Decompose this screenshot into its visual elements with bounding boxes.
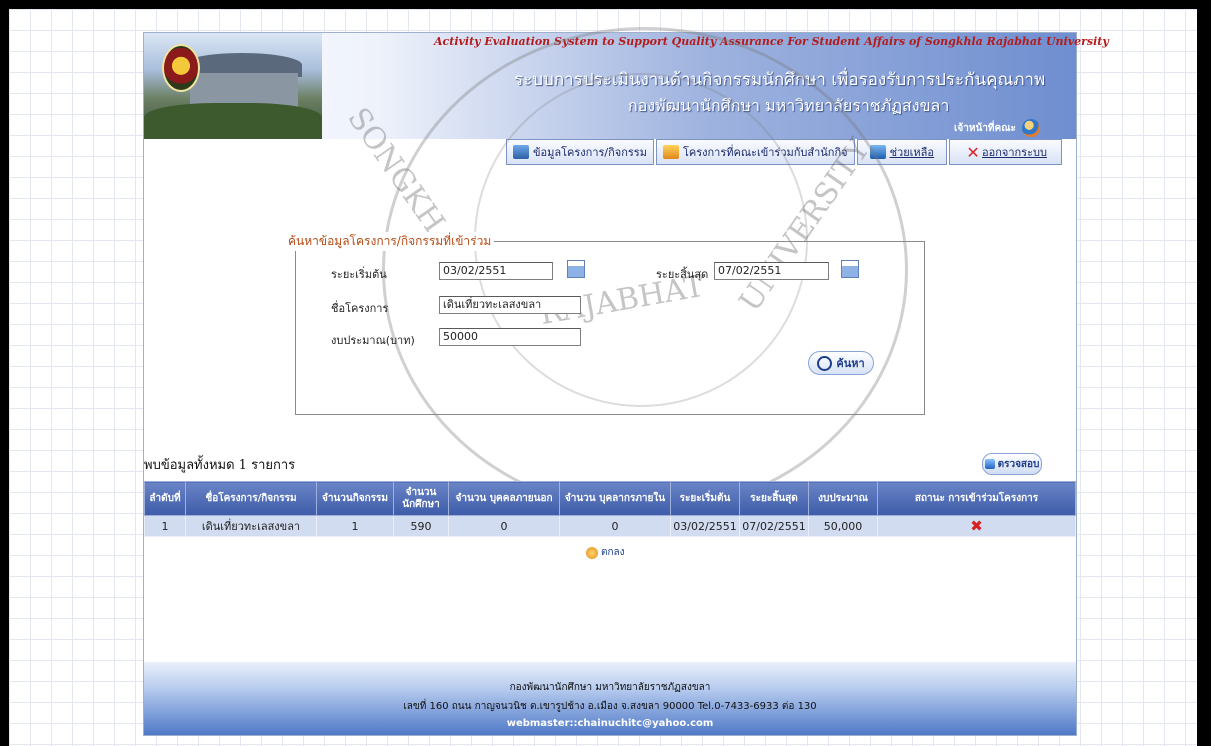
users-icon	[1022, 119, 1041, 137]
start-date-label: ระยะเริ่มต้น	[331, 268, 387, 281]
footer-address: เลขที่ 160 ถนน กาญจนวนิช ต.เขารูปช้าง อ.…	[403, 701, 817, 712]
col-header: ชื่อโครงการ/กิจกรรม	[185, 481, 317, 516]
col-header: ลำดับที่	[144, 481, 186, 516]
end-date-label: ระยะสิ้นสุด	[656, 268, 709, 281]
budget-input[interactable]: 50000	[439, 328, 581, 346]
ok-button-label: ตกลง	[601, 547, 625, 558]
database-icon	[513, 145, 529, 159]
menu-help[interactable]: ช่วยเหลือ	[856, 139, 948, 165]
trees	[144, 103, 322, 139]
cell-project-name: เดินเที่ยวทะเลสงขลา	[185, 515, 317, 537]
cell-students: 590	[393, 515, 449, 537]
university-emblem-icon	[162, 44, 200, 92]
cell-status: ✖	[877, 515, 1076, 537]
menu-joint-projects[interactable]: โครงการที่คณะเข้าร่วมกับสำนักกิจ	[655, 139, 855, 165]
right-frame-border	[1197, 0, 1211, 746]
table-header-row: ลำดับที่ ชื่อโครงการ/กิจกรรม จำนวนกิจกรร…	[144, 481, 1076, 516]
check-button-label: ตรวจสอบ	[997, 458, 1040, 470]
menu-project-info[interactable]: ข้อมูลโครงการ/กิจกรรม	[506, 139, 654, 165]
search-fieldset	[295, 241, 925, 415]
results-table: ลำดับที่ ชื่อโครงการ/กิจกรรม จำนวนกิจกรร…	[144, 481, 1076, 537]
col-header: จำนวน นักศึกษา	[393, 481, 449, 516]
menu-help-label: ช่วยเหลือ	[889, 146, 935, 159]
menu-logout-label: ออกจากระบบ	[982, 146, 1047, 159]
end-calendar-icon[interactable]	[841, 260, 859, 278]
check-icon	[984, 459, 995, 469]
cell-end-date: 07/02/2551	[739, 515, 809, 537]
search-legend: ค้นหาข้อมูลโครงการ/กิจกรรมที่เข้าร่วม	[285, 232, 495, 251]
menu-logout[interactable]: ✕ ออกจากระบบ	[949, 139, 1062, 165]
main-menu: ข้อมูลโครงการ/กิจกรรม โครงการที่คณะเข้าร…	[506, 139, 1064, 165]
search-button[interactable]: ค้นหา	[808, 351, 874, 375]
search-button-label: ค้นหา	[836, 357, 865, 370]
check-button[interactable]: ตรวจสอบ	[982, 453, 1042, 475]
col-header: ระยะสิ้นสุด	[739, 481, 809, 516]
user-role-indicator: เจ้าหน้าที่คณะ	[954, 119, 1041, 137]
footer-department: กองพัฒนานักศึกษา มหาวิทยาลัยราชภัฏสงขลา	[509, 682, 711, 693]
left-frame-border	[0, 0, 9, 746]
project-name-label: ชื่อโครงการ	[331, 302, 389, 315]
cell-budget: 50,000	[808, 515, 878, 537]
col-header: จำนวนกิจกรรม	[316, 481, 394, 516]
ok-button[interactable]: ตกลง	[586, 545, 625, 560]
thai-system-title: ระบบการประเมินงานด้านกิจกรรมนักศึกษา เพื…	[514, 70, 1046, 90]
results-count: พบข้อมูลทั้งหมด 1 รายการ	[144, 458, 296, 473]
site-header: Activity Evaluation System to Support Qu…	[144, 33, 1109, 139]
col-header: จำนวน บุคคลภายนอก	[448, 481, 560, 516]
col-header: ระยะเริ่มต้น	[670, 481, 740, 516]
cell-index: 1	[144, 515, 186, 537]
col-header: สถานะ การเข้าร่วมโครงการ	[877, 481, 1076, 516]
thai-department-title: กองพัฒนานักศึกษา มหาวิทยาลัยราชภัฏสงขลา	[628, 96, 950, 115]
start-date-input[interactable]: 03/02/2551	[439, 262, 553, 280]
menu-joint-projects-label: โครงการที่คณะเข้าร่วมกับสำนักกิจ	[682, 146, 848, 159]
col-header: จำนวน บุคลากรภายใน	[559, 481, 671, 516]
footer-webmaster-link[interactable]: webmaster::chainuchitc@yahoo.com	[144, 718, 1076, 729]
top-frame-border	[0, 0, 1211, 9]
cell-external: 0	[448, 515, 560, 537]
star-icon	[662, 145, 679, 159]
cell-activity-count: 1	[316, 515, 394, 537]
menu-project-info-label: ข้อมูลโครงการ/กิจกรรม	[533, 146, 647, 159]
table-row[interactable]: 1 เดินเที่ยวทะเลสงขลา 1 590 0 0 03/02/25…	[144, 515, 1076, 537]
budget-label: งบประมาณ(บาท)	[331, 334, 415, 347]
cell-internal-staff: 0	[559, 515, 671, 537]
not-joined-icon: ✖	[970, 517, 983, 535]
university-building-photo	[144, 33, 322, 139]
end-date-input[interactable]: 07/02/2551	[714, 262, 829, 280]
help-icon	[869, 145, 886, 159]
col-header: งบประมาณ	[808, 481, 878, 516]
close-icon: ✕	[966, 142, 980, 162]
ok-icon	[586, 546, 598, 559]
site-footer: กองพัฒนานักศึกษา มหาวิทยาลัยราชภัฏสงขลา …	[144, 662, 1076, 735]
english-system-title: Activity Evaluation System to Support Qu…	[434, 35, 1109, 48]
page-container: Activity Evaluation System to Support Qu…	[143, 27, 1109, 736]
cell-start-date: 03/02/2551	[670, 515, 740, 537]
start-calendar-icon[interactable]	[567, 260, 585, 278]
user-role-label: เจ้าหน้าที่คณะ	[954, 123, 1016, 134]
project-name-input[interactable]: เดินเที่ยวทะเลสงขลา	[439, 296, 581, 314]
search-icon	[817, 355, 833, 371]
